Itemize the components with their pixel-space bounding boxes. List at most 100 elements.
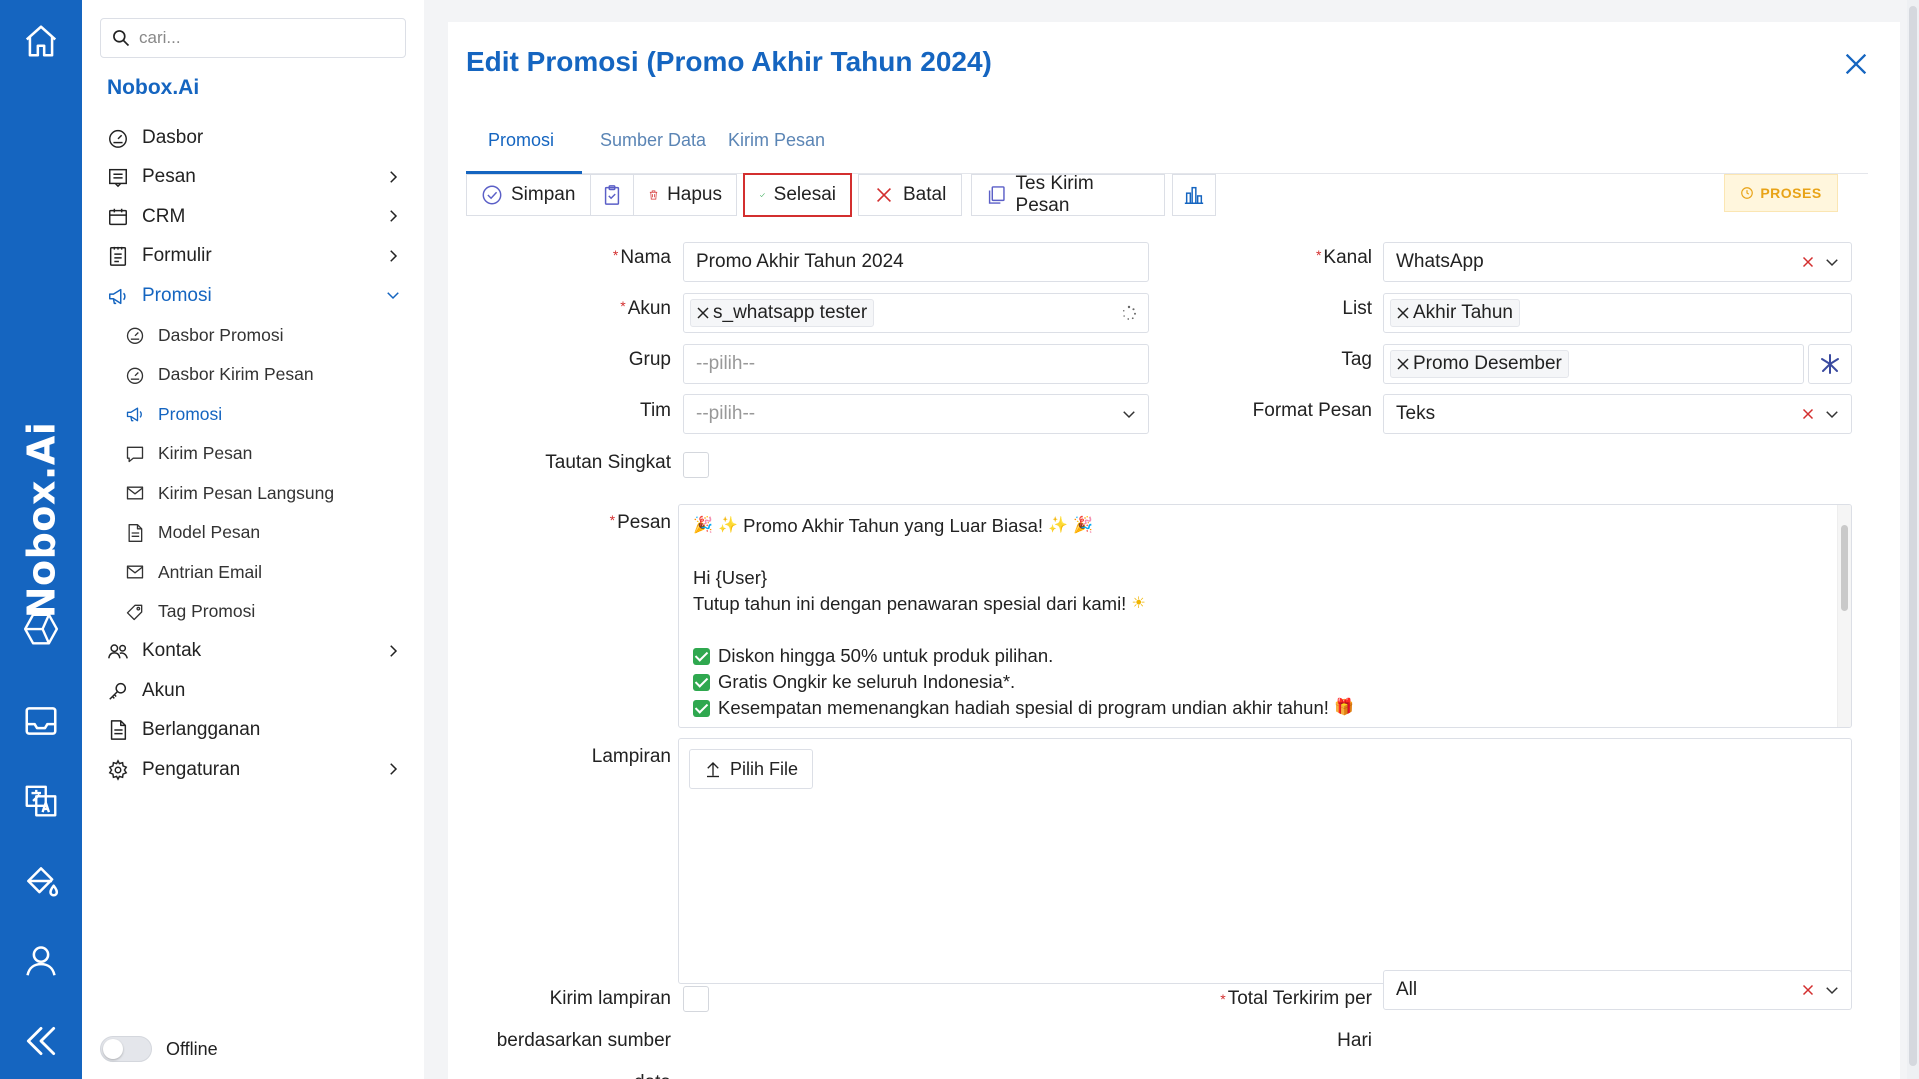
kirim-lampiran-checkbox[interactable] xyxy=(683,986,709,1012)
close-icon[interactable] xyxy=(1842,50,1870,78)
settings-icon xyxy=(106,758,130,782)
akun-chip: s_whatsapp tester xyxy=(690,299,875,327)
sidebar-subitem-model-pesan[interactable]: Model Pesan xyxy=(82,513,424,553)
search-input[interactable] xyxy=(139,28,379,48)
page-title: Edit Promosi (Promo Akhir Tahun 2024) xyxy=(466,46,992,77)
message-line: Tutup tahun ini dengan penawaran spesial… xyxy=(693,591,1837,617)
form-icon xyxy=(106,244,130,268)
cancel-button[interactable]: Batal xyxy=(858,174,962,216)
grup-select[interactable]: --pilih-- xyxy=(683,344,1149,384)
bar-chart-icon xyxy=(1184,186,1204,204)
chat-icon xyxy=(124,443,146,465)
sidebar-item-promosi[interactable]: Promosi xyxy=(82,276,424,316)
textarea-scrollbar[interactable] xyxy=(1837,505,1851,727)
save-clipboard-button[interactable] xyxy=(590,174,634,216)
chevron-down-icon xyxy=(387,292,399,300)
green-check-icon xyxy=(693,647,710,665)
test-send-button[interactable]: Tes Kirim Pesan xyxy=(971,173,1165,216)
sidebar-subitem-label: Antrian Email xyxy=(158,561,263,582)
sidebar-item-pesan[interactable]: Pesan xyxy=(82,158,424,198)
remove-chip-icon[interactable] xyxy=(697,307,709,319)
close-x-icon xyxy=(876,187,892,203)
kanal-select[interactable]: WhatsApp xyxy=(1383,242,1852,282)
check-icon xyxy=(759,193,765,198)
sidebar-subitem-tag-promosi[interactable]: Tag Promosi xyxy=(82,592,424,632)
tautan-singkat-checkbox[interactable] xyxy=(683,452,709,478)
label-akun: * Akun xyxy=(620,298,671,319)
sidebar-subitem-kirim-pesan[interactable]: Kirim Pesan xyxy=(82,434,424,474)
sun-icon: ☀ xyxy=(1131,595,1146,612)
clear-icon[interactable] xyxy=(1799,981,1817,999)
choose-file-button[interactable]: Pilih File xyxy=(689,749,814,789)
done-button[interactable]: Selesai xyxy=(743,173,852,217)
tab-sumber-data[interactable]: Sumber Data xyxy=(600,130,706,151)
clear-icon[interactable] xyxy=(1799,405,1817,423)
sidebar-item-label: Kontak xyxy=(142,640,202,662)
search-icon xyxy=(113,30,130,47)
sidebar-subitem-kirim-pesan-langsung[interactable]: Kirim Pesan Langsung xyxy=(82,474,424,514)
sparkles-icon: ✨ xyxy=(1048,517,1069,534)
delete-button[interactable]: Hapus xyxy=(633,174,737,216)
dashboard-icon xyxy=(124,364,146,386)
tag-select[interactable]: Promo Desember xyxy=(1383,344,1804,384)
sidebar-item-akun[interactable]: Akun xyxy=(82,671,424,711)
format-pesan-select[interactable]: Teks xyxy=(1383,394,1852,434)
tab-kirim-pesan[interactable]: Kirim Pesan xyxy=(728,130,825,151)
sidebar-item-dasbor[interactable]: Dasbor xyxy=(82,118,424,158)
inbox-icon[interactable] xyxy=(0,702,82,740)
sidebar-item-pengaturan[interactable]: Pengaturan xyxy=(82,750,424,790)
rail-brand: Nobox.Ai xyxy=(19,421,64,619)
tim-select[interactable]: --pilih-- xyxy=(683,394,1149,434)
collapse-icon[interactable] xyxy=(0,1022,82,1060)
clear-icon[interactable] xyxy=(1799,253,1817,271)
sidebar-item-crm[interactable]: CRM xyxy=(82,197,424,237)
chevron-right-icon xyxy=(390,249,398,262)
chevron-right-icon xyxy=(390,763,398,775)
tab-promosi[interactable]: Promosi xyxy=(488,130,554,151)
edit-promotion-panel: Edit Promosi (Promo Akhir Tahun 2024) Pr… xyxy=(448,22,1900,1079)
upload-icon xyxy=(707,762,719,778)
page-scrollbar[interactable] xyxy=(1907,0,1919,1079)
sparkles-icon: ✨ xyxy=(718,517,738,534)
remove-chip-icon[interactable] xyxy=(1397,307,1409,319)
green-check-icon xyxy=(693,699,710,717)
online-toggle[interactable] xyxy=(100,1036,152,1062)
document-icon xyxy=(124,522,146,544)
paint-bucket-icon[interactable] xyxy=(0,862,82,900)
sidebar-subitem-dasbor-promosi[interactable]: Dasbor Promosi xyxy=(82,316,424,356)
chevron-down-icon xyxy=(1826,259,1838,267)
sidebar-item-label: Pengaturan xyxy=(142,758,241,780)
sidebar-subitem-antrian-email[interactable]: Antrian Email xyxy=(82,553,424,593)
sidebar-item-kontak[interactable]: Kontak xyxy=(82,632,424,672)
sidebar-subitem-dasbor-kirim-pesan[interactable]: Dasbor Kirim Pesan xyxy=(82,355,424,395)
chevron-right-icon xyxy=(390,210,398,222)
home-icon[interactable] xyxy=(0,22,82,60)
app-name: Nobox.Ai xyxy=(107,76,200,99)
pesan-textarea[interactable]: 🎉 ✨ Promo Akhir Tahun yang Luar Biasa! ✨… xyxy=(678,504,1852,728)
sidebar-subitem-promosi[interactable]: Promosi xyxy=(82,395,424,435)
label-format-pesan: Format Pesan xyxy=(1252,400,1372,421)
sidebar-subitem-label: Kirim Pesan xyxy=(158,443,253,464)
nama-input[interactable]: Promo Akhir Tahun 2024 xyxy=(683,242,1149,282)
chevron-right-icon xyxy=(390,644,398,657)
lampiran-dropzone[interactable]: Pilih File xyxy=(678,738,1852,984)
user-icon[interactable] xyxy=(0,942,82,980)
statistics-button[interactable] xyxy=(1172,174,1216,216)
contacts-icon xyxy=(106,639,130,663)
akun-select[interactable]: s_whatsapp tester xyxy=(683,293,1149,333)
translate-icon[interactable] xyxy=(0,782,82,820)
loading-spinner-icon xyxy=(1123,305,1136,320)
save-button[interactable]: Simpan xyxy=(466,174,591,216)
total-terkirim-select[interactable]: All xyxy=(1383,970,1852,1010)
list-select[interactable]: Akhir Tahun xyxy=(1383,293,1852,333)
list-chip: Akhir Tahun xyxy=(1390,299,1520,327)
remove-chip-icon[interactable] xyxy=(1397,358,1409,370)
label-lampiran: Lampiran xyxy=(591,746,671,767)
search-box[interactable] xyxy=(100,18,406,58)
message-bullet: Kesempatan memenangkan hadiah spesial di… xyxy=(693,695,1837,721)
add-tag-button[interactable] xyxy=(1808,344,1852,384)
sidebar-item-formulir[interactable]: Formulir xyxy=(82,237,424,277)
sidebar-item-berlangganan[interactable]: Berlangganan xyxy=(82,711,424,751)
party-popper-icon: 🎉 xyxy=(1073,517,1094,534)
label-nama: * Nama xyxy=(612,247,671,268)
